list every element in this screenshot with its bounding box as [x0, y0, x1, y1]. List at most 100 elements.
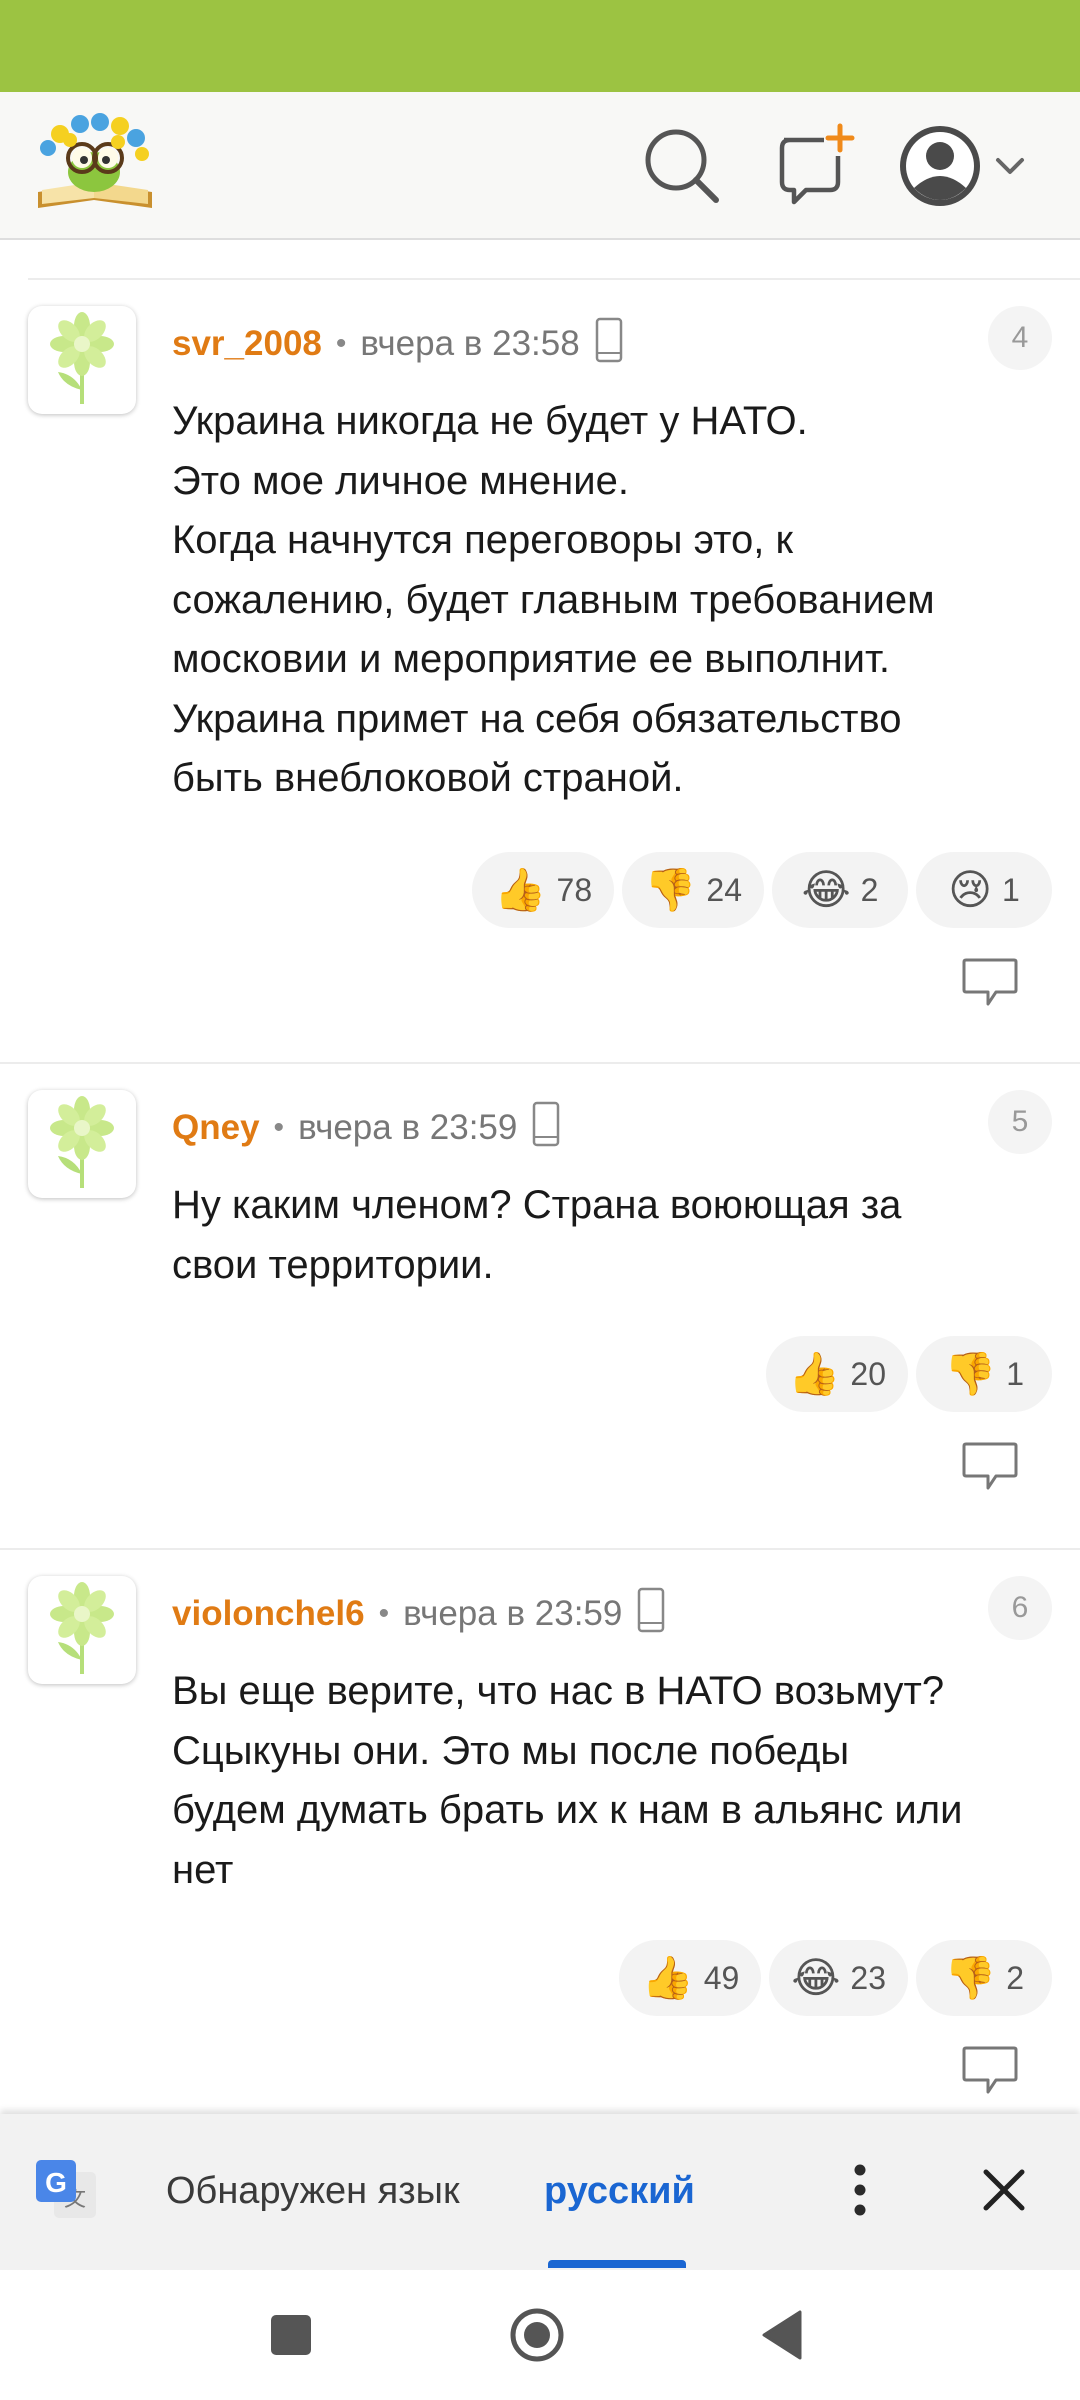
comment-time: вчера в 23:59: [403, 1594, 623, 1633]
reply-button[interactable]: [960, 2044, 1020, 2098]
reaction-like-button[interactable]: 👍 49: [619, 1940, 762, 2016]
reaction-dislike-button[interactable]: 👎 2: [916, 1940, 1052, 2016]
reaction-dislike-button[interactable]: 👎 1: [916, 1336, 1052, 1412]
avatar[interactable]: [28, 1090, 136, 1198]
comment: svr_2008 • вчера в 23:58 4 Украина никог…: [0, 306, 1080, 1006]
reaction-sad-button[interactable]: 😢 1: [916, 852, 1052, 928]
mobile-device-icon: [531, 1101, 561, 1156]
comment-number: 6: [988, 1576, 1052, 1640]
close-icon: [983, 2169, 1025, 2211]
reaction-dislike-button[interactable]: 👎 24: [622, 852, 764, 928]
language-tab[interactable]: русский: [544, 2170, 695, 2213]
translate-bar: 文 G Обнаружен язык русский: [0, 2114, 1080, 2270]
comment-time: вчера в 23:58: [360, 324, 580, 363]
comment: Qney • вчера в 23:59 5 Ну каким членом? …: [0, 1090, 1080, 1510]
flower-avatar-icon: [50, 312, 114, 404]
flower-avatar-icon: [50, 1096, 114, 1188]
search-icon: [645, 129, 719, 203]
more-options-button[interactable]: [836, 2158, 884, 2222]
detected-language-label: Обнаружен язык: [166, 2170, 460, 2212]
thumbs-up-icon: 👍: [641, 1953, 694, 2002]
mobile-device-icon: [636, 1587, 666, 1642]
thumbs-down-icon: 👎: [943, 1349, 997, 1398]
comment-text-line: сожалению, будет главным требованием: [172, 577, 935, 622]
comment-text-line: свои территории.: [172, 1242, 494, 1287]
google-translate-icon[interactable]: 文 G: [34, 2158, 98, 2222]
comment-time: вчера в 23:59: [298, 1108, 518, 1147]
new-post-icon: [779, 123, 855, 205]
reply-button[interactable]: [960, 1440, 1020, 1494]
system-nav-bar: [0, 2270, 1080, 2400]
reply-bubble-icon: [962, 1442, 1018, 1490]
flower-avatar-icon: [50, 1582, 114, 1674]
reaction-laugh-button[interactable]: 😂 2: [772, 852, 908, 928]
crying-face-icon: 😢: [948, 865, 992, 914]
comment-text-line: Украина никогда не будет у НАТО.: [172, 399, 808, 443]
status-bar: [0, 0, 1080, 92]
reactions-bar: 👍 20 👎 1: [766, 1336, 1052, 1412]
reply-bubble-icon: [962, 958, 1018, 1006]
comment-number: 4: [988, 306, 1052, 370]
reactions-bar: 👍 78 👎 24 😂 2 😢 1: [472, 852, 1052, 928]
comment-text-line: Когда начнутся переговоры это, к: [172, 518, 793, 562]
user-avatar-icon: [900, 126, 980, 206]
back-button[interactable]: [746, 2298, 820, 2372]
reply-button[interactable]: [960, 956, 1020, 1010]
comment-text: Вы еще верите, что нас в НАТО возьмут? С…: [172, 1662, 1052, 1900]
comment-text-line: Это мое личное мнение.: [172, 458, 629, 503]
thumbs-up-icon: 👍: [788, 1349, 841, 1398]
comment-username[interactable]: svr_2008: [172, 324, 322, 364]
more-vertical-icon: [854, 2164, 866, 2216]
reaction-count: 20: [850, 1355, 886, 1392]
comment-text-line: московии и мероприятие ее выполнит.: [172, 637, 891, 681]
avatar[interactable]: [28, 306, 136, 414]
thumbs-down-icon: 👎: [943, 1953, 997, 2002]
reaction-count: 24: [706, 871, 742, 908]
comment-username[interactable]: violonchel6: [172, 1594, 365, 1634]
divider: [0, 1062, 1080, 1064]
comment-username[interactable]: Qney: [172, 1108, 260, 1148]
comment-text: Ну каким членом? Страна воюющая за свои …: [172, 1176, 1052, 1295]
new-post-button[interactable]: [760, 116, 860, 216]
avatar[interactable]: [28, 1576, 136, 1684]
comment-text-line: Вы еще верите, что нас в НАТО возьмут?: [172, 1669, 945, 1713]
chevron-down-icon: [996, 158, 1024, 174]
reaction-count: 2: [1006, 1959, 1025, 1996]
home-circle-icon: [510, 2308, 564, 2362]
comment-text-line: Ну каким членом? Страна воюющая за: [172, 1183, 902, 1227]
comment-text-line: Сцыкуны они. Это мы после победы: [172, 1728, 850, 1773]
home-button[interactable]: [500, 2298, 574, 2372]
reaction-count: 78: [556, 871, 593, 908]
reactions-bar: 👍 49 😂 23 👎 2: [619, 1940, 1052, 2016]
recents-square-icon: [271, 2315, 311, 2355]
mobile-device-icon: [594, 317, 624, 372]
reaction-like-button[interactable]: 👍 20: [766, 1336, 908, 1412]
comment-text-line: будем думать брать их к нам в альянс или: [172, 1788, 963, 1832]
reaction-laugh-button[interactable]: 😂 23: [769, 1940, 908, 2016]
comment-text-line: быть внеблоковой страной.: [172, 756, 684, 800]
laughing-face-icon: 😂: [801, 865, 851, 914]
meta-separator: •: [273, 1111, 285, 1144]
laughing-face-icon: 😂: [791, 1953, 841, 2002]
reaction-count: 23: [850, 1959, 886, 1996]
thumbs-up-icon: 👍: [494, 865, 547, 914]
back-triangle-icon: [762, 2310, 802, 2360]
recents-button[interactable]: [254, 2298, 328, 2372]
comments-list[interactable]: svr_2008 • вчера в 23:58 4 Украина никог…: [0, 240, 1080, 2114]
divider: [28, 278, 1080, 280]
reaction-like-button[interactable]: 👍 78: [472, 852, 615, 928]
book-with-flowers-logo[interactable]: [30, 106, 160, 218]
reaction-count: 2: [860, 871, 879, 908]
app-header: [0, 92, 1080, 240]
profile-menu-button[interactable]: [890, 116, 1040, 216]
comment-number: 5: [988, 1090, 1052, 1154]
search-button[interactable]: [630, 116, 730, 216]
reply-bubble-icon: [962, 2046, 1018, 2094]
reaction-count: 1: [1006, 1355, 1025, 1392]
close-translate-button[interactable]: [974, 2160, 1034, 2220]
svg-text:G: G: [45, 2167, 67, 2198]
comment-text-line: нет: [172, 1847, 234, 1892]
reaction-count: 1: [1002, 871, 1020, 908]
comment-text: Украина никогда не будет у НАТО. Это мое…: [172, 392, 1052, 809]
meta-separator: •: [378, 1597, 390, 1630]
